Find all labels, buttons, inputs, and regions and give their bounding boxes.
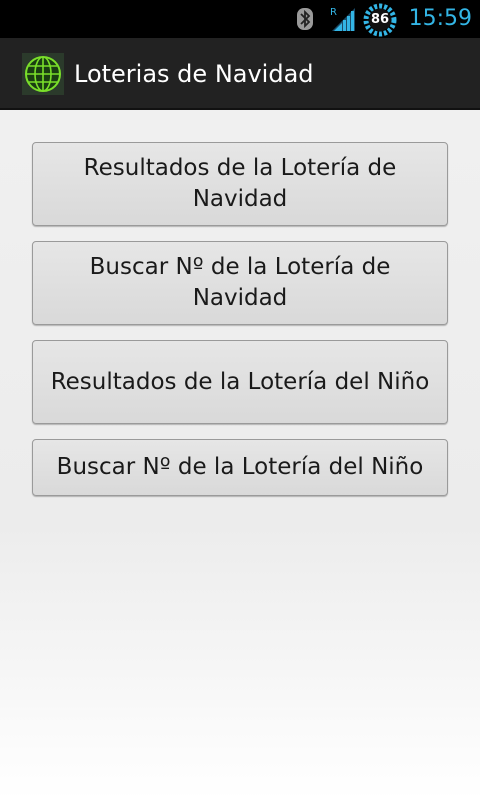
signal-icon: R [330, 7, 355, 31]
status-bar: R 86 15:59 [0, 0, 480, 38]
buscar-nino-button[interactable]: Buscar Nº de la Lotería del Niño [32, 439, 448, 496]
bluetooth-icon [297, 8, 313, 30]
action-bar: Loterias de Navidad [0, 38, 480, 110]
button-label: Resultados de la Lotería del Niño [50, 368, 430, 395]
buscar-navidad-button[interactable]: Buscar Nº de la Lotería de Navidad [32, 241, 448, 325]
button-label: Resultados de la Lotería de Navidad [83, 155, 397, 212]
resultados-navidad-button[interactable]: Resultados de la Lotería de Navidad [32, 142, 448, 226]
globe-icon[interactable] [22, 53, 64, 95]
clock: 15:59 [408, 6, 472, 31]
main-content: Resultados de la Lotería de Navidad Busc… [0, 110, 480, 800]
button-label: Buscar Nº de la Lotería de Navidad [89, 254, 391, 311]
app-title: Loterias de Navidad [74, 60, 314, 88]
button-label: Buscar Nº de la Lotería del Niño [56, 454, 424, 480]
battery-level: 86 [370, 12, 390, 27]
roaming-label: R [330, 7, 337, 18]
resultados-nino-button[interactable]: Resultados de la Lotería del Niño [32, 340, 448, 424]
